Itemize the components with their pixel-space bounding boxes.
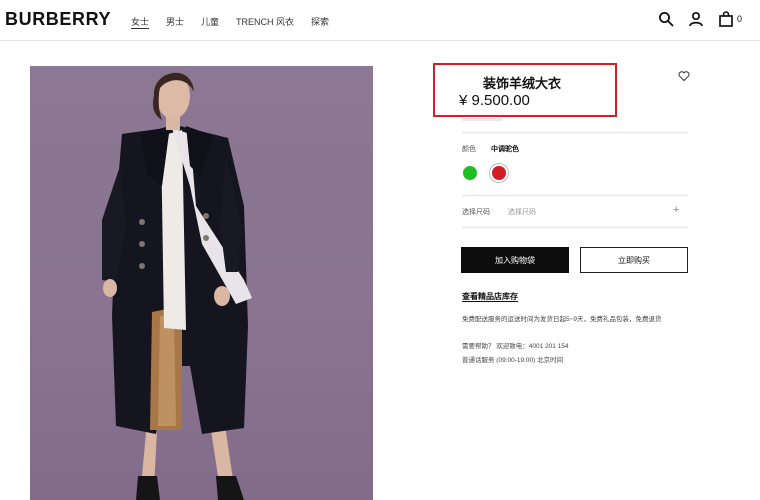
shipping-note: 免费配送服务的运送时间为发货日起5~9天，免费礼品包装，免费退货 — [462, 316, 662, 323]
main-nav: 女士 男士 儿童 TRENCH 风衣 探索 — [131, 15, 346, 28]
search-icon[interactable] — [658, 11, 674, 27]
model-wearing-coat-image — [102, 72, 252, 500]
heart-icon[interactable] — [678, 70, 690, 82]
brand-logo[interactable]: BURBERRY — [5, 9, 111, 30]
size-selector[interactable]: 选择尺码 — [508, 207, 536, 217]
product-title: 装饰羊绒大衣 — [483, 76, 562, 91]
nav-item-trench[interactable]: TRENCH 风衣 — [236, 15, 294, 28]
store-stock-link[interactable]: 查看精品店库存 — [462, 291, 518, 302]
divider — [462, 195, 688, 196]
cart-count: 0 — [736, 14, 742, 24]
product-photo — [30, 66, 373, 500]
product-price: ¥ 9.500.00 — [459, 92, 530, 109]
swatch-green[interactable] — [463, 166, 477, 180]
site-header: BURBERRY 女士 男士 儿童 TRENCH 风衣 探索 0 — [0, 0, 760, 41]
color-value: 中调驼色 — [491, 146, 519, 153]
swatch-red[interactable] — [492, 166, 506, 180]
divider — [462, 227, 688, 228]
header-actions: 0 — [658, 11, 742, 27]
highlight-box: 装饰羊绒大衣 ¥ 9.500.00 — [433, 63, 617, 117]
buy-now-button[interactable]: 立即购买 — [580, 247, 688, 273]
service-hours: 普通话服务 (09:00-19:00) 北京时间 — [462, 357, 564, 364]
cart-button[interactable]: 0 — [718, 11, 742, 27]
add-to-cart-button[interactable]: 加入购物袋 — [461, 247, 569, 273]
size-label: 选择尺码 — [462, 209, 490, 216]
shopping-bag-icon — [719, 11, 733, 27]
nav-item-men[interactable]: 男士 — [166, 15, 184, 28]
color-label: 颜色 — [462, 146, 476, 153]
nav-item-explore[interactable]: 探索 — [311, 15, 329, 28]
nav-item-children[interactable]: 儿童 — [201, 15, 219, 28]
divider — [462, 132, 688, 133]
plus-icon[interactable]: + — [673, 204, 679, 216]
nav-item-women[interactable]: 女士 — [131, 15, 149, 28]
help-phone: 需要帮助？ 欢迎致电：4001 201 154 — [462, 343, 569, 350]
account-icon[interactable] — [688, 11, 704, 27]
price-divider — [462, 118, 502, 121]
